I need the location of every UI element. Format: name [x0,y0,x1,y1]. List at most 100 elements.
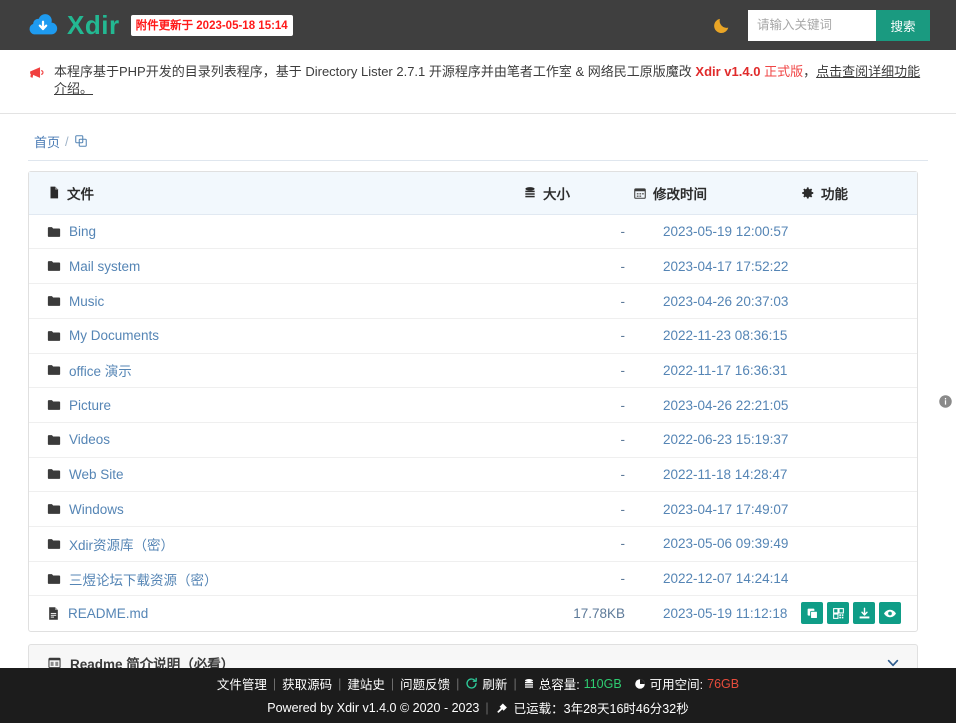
folder-icon [47,226,61,237]
file-size-cell: - [523,318,633,354]
brand-logo-group[interactable]: Xdir [28,10,120,40]
preview-eye-icon [884,609,896,618]
file-date-cell: 2022-06-23 15:19:37 [633,422,801,458]
file-name-link[interactable]: 三煜论坛下载资源（密） [69,569,218,589]
file-name-link[interactable]: Bing [69,224,96,239]
info-icon-wrapper [938,172,953,631]
file-date-cell: 2022-11-18 14:28:47 [633,457,801,493]
file-name-cell: Mail system [29,248,523,285]
folder-icon [47,400,61,410]
breadcrumb-home[interactable]: 首页 [34,132,60,151]
file-icon [50,186,59,199]
file-name-link[interactable]: My Documents [69,328,159,343]
file-name-cell: Music [29,283,523,319]
notice-bar: 本程序基于PHP开发的目录列表程序，基于 Directory Lister 2.… [0,50,956,114]
qrcode-button[interactable] [827,602,849,625]
column-header-file-label: 文件 [67,186,94,202]
column-header-date[interactable]: 修改时间 [633,171,801,215]
file-size-cell: - [523,353,633,389]
table-row[interactable]: Music -2023-04-26 20:37:03 [29,283,917,319]
footer-link-1[interactable]: 文件管理 [217,674,267,693]
file-name-link[interactable]: Mail system [69,259,140,274]
file-actions-cell [801,248,917,285]
file-name-link[interactable]: Xdir资源库（密） [69,534,174,554]
copy-link-icon [807,608,818,619]
notice-version: Xdir v1.4.0 [695,64,761,79]
file-name-link[interactable]: Web Site [69,467,124,482]
footer-free-label: 可用空间: [649,678,704,692]
cloud-download-icon [29,14,58,35]
file-name-cell: Videos [29,422,523,458]
footer-total-capacity: 总容量: 110GB [523,674,622,693]
file-table: 文件 大小 修改时间 功能 Bing - 2023-05-19 12:00:57… [29,171,917,631]
folder-icon [47,365,61,376]
refresh-icon [466,677,478,689]
footer-separator: | [456,676,460,691]
brand-name: Xdir [67,10,120,40]
table-row[interactable]: Videos -2022-06-23 15:19:37 [29,422,917,458]
file-actions-cell [801,387,917,423]
file-list-card: 文件 大小 修改时间 功能 Bing - 2023-05-19 12:00:57… [28,170,952,632]
file-actions-cell [801,422,917,458]
file-name-link[interactable]: Picture [69,398,111,413]
file-name-cell: 三煜论坛下载资源（密） [29,561,523,597]
file-name-link[interactable]: Windows [69,502,124,517]
table-row[interactable]: office 演示 -2022-11-17 16:36:31 [29,353,917,389]
table-row[interactable]: Picture -2023-04-26 22:21:05 [29,387,917,423]
file-name-link[interactable]: office 演示 [69,360,132,380]
table-row[interactable]: Xdir资源库（密） -2023-05-06 09:39:49 [29,526,917,562]
footer-link-2[interactable]: 获取源码 [282,674,332,693]
file-size-cell: 17.78KB [573,605,625,621]
file-size-cell: - [523,422,633,458]
table-row[interactable]: README.md 17.78KB 2023-05-19 11:12:18 [29,596,917,631]
file-table-body: Bing -2023-05-19 12:00:57 Mail system -2023… [29,214,917,630]
folder-icon [47,573,61,584]
file-date-cell: 2023-04-26 22:21:05 [633,387,801,423]
header-right-group: 搜索 [712,9,930,41]
copy-link-button[interactable] [801,602,823,625]
notice-text-part1: 本程序基于PHP开发的目录列表程序，基于 Directory Lister 2.… [54,64,696,79]
search-input[interactable] [748,9,876,41]
footer-total-value: 110GB [583,676,622,691]
table-row[interactable]: Windows -2023-04-17 17:49:07 [29,491,917,527]
file-name-cell: office 演示 [29,353,523,389]
update-badge: 附件更新于 2023-05-18 15:14 [130,14,293,36]
footer-link-4[interactable]: 问题反馈 [400,674,450,693]
footer-powered: Powered by Xdir v1.4.0 © 2020 - 2023 [267,700,480,715]
table-row[interactable]: Mail system -2023-04-17 17:52:22 [29,248,917,285]
footer-total-label: 总容量: [538,678,580,692]
breadcrumb-separator: / [65,133,69,149]
column-header-size-label: 大小 [543,186,570,202]
column-header-size[interactable]: 大小 [523,171,633,215]
folder-icon [47,296,61,306]
file-actions-cell [801,318,917,354]
table-row[interactable]: Web Site -2022-11-18 14:28:47 [29,457,917,493]
table-row[interactable]: My Documents -2022-11-23 08:36:15 [29,318,917,354]
download-button[interactable] [853,602,875,625]
preview-eye-button[interactable] [879,602,901,625]
info-icon[interactable] [938,394,953,409]
file-date-cell: 2023-04-26 20:37:03 [633,283,801,319]
database-icon [524,678,533,688]
table-row[interactable]: Bing -2023-05-19 12:00:57 [29,214,917,250]
column-header-file[interactable]: 文件 [29,171,523,215]
footer-refresh-link[interactable]: 刷新 [465,674,507,693]
file-actions-cell [801,214,917,250]
search-button[interactable]: 搜索 [876,9,930,41]
copy-path-icon[interactable] [74,134,88,148]
file-table-header-row: 文件 大小 修改时间 功能 [29,171,917,215]
footer-free-value: 76GB [707,676,740,691]
file-name-link[interactable]: Videos [69,432,110,447]
file-date-cell: 2023-05-19 11:12:18 [663,605,788,621]
file-size-cell: - [523,248,633,285]
footer-link-3[interactable]: 建站史 [347,674,385,693]
file-name-link[interactable]: Music [69,294,104,309]
table-row[interactable]: 三煜论坛下载资源（密） -2022-12-07 14:24:14 [29,561,917,597]
calendar-icon [634,188,646,199]
moon-icon[interactable] [712,14,732,36]
file-table-head: 文件 大小 修改时间 功能 [29,171,917,215]
file-date-cell: 2023-04-17 17:49:07 [633,491,801,527]
file-name-link[interactable]: README.md [68,606,148,621]
folder-icon [47,330,61,341]
footer-separator: | [272,676,277,691]
